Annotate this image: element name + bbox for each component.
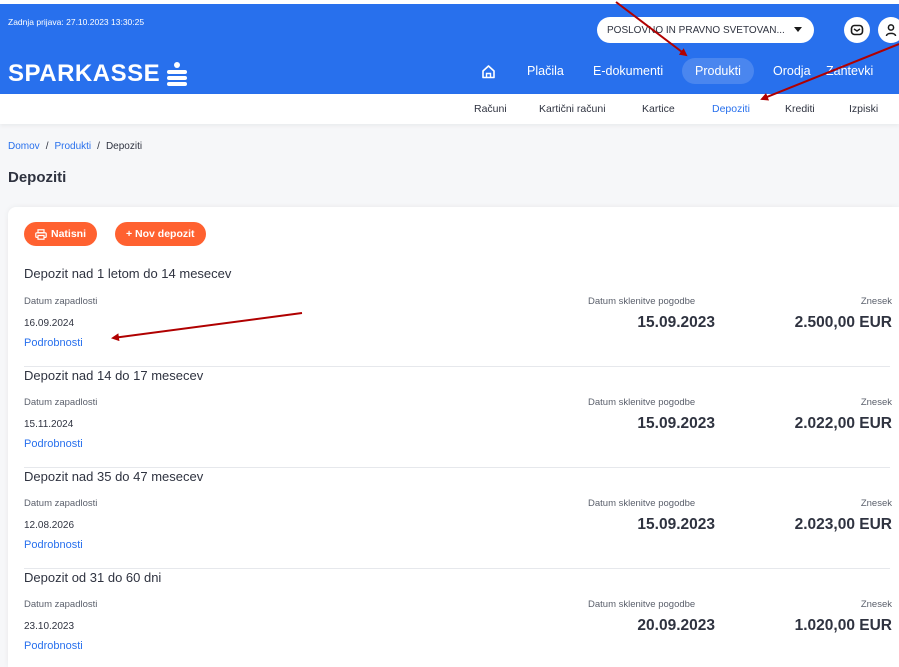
subnav-izpiski[interactable]: Izpiski bbox=[849, 103, 878, 115]
breadcrumb-produkti[interactable]: Produkti bbox=[54, 141, 91, 152]
amount: 2.500,00 EUR bbox=[794, 314, 892, 331]
deposit-title: Depozit od 31 do 60 dni bbox=[24, 570, 162, 585]
amount-label: Znesek bbox=[860, 296, 892, 307]
user-button[interactable] bbox=[878, 17, 899, 43]
new-deposit-button[interactable]: + Nov depozit bbox=[115, 222, 206, 246]
divider bbox=[24, 467, 890, 468]
deposit-title: Depozit nad 35 do 47 mesecev bbox=[24, 469, 204, 484]
subnav-kartice[interactable]: Kartice bbox=[642, 103, 675, 115]
nav-zahtevki[interactable]: Zahtevki bbox=[826, 58, 873, 84]
contract-date: 15.09.2023 bbox=[637, 516, 715, 533]
contract-date-label: Datum sklenitve pogodbe bbox=[588, 599, 696, 610]
maturity-date: 16.09.2024 bbox=[24, 318, 75, 329]
top-header: Zadnja prijava: 27.10.2023 13:30:25 POSL… bbox=[0, 0, 899, 94]
divider bbox=[24, 366, 890, 367]
new-deposit-label: + Nov depozit bbox=[126, 228, 195, 240]
contract-date-label: Datum sklenitve pogodbe bbox=[588, 397, 696, 408]
details-link[interactable]: Podrobnosti bbox=[24, 438, 83, 450]
home-icon bbox=[482, 64, 495, 78]
maturity-label: Datum zapadlosti bbox=[24, 498, 98, 509]
maturity-date: 23.10.2023 bbox=[24, 621, 75, 632]
amount: 2.022,00 EUR bbox=[794, 415, 892, 432]
chevron-down-icon bbox=[794, 27, 802, 32]
contract-date: 15.09.2023 bbox=[637, 314, 715, 331]
context-select-value: POSLOVNO IN PRAVNO SVETOVAN... bbox=[607, 24, 785, 36]
details-link[interactable]: Podrobnosti bbox=[24, 539, 83, 551]
maturity-label: Datum zapadlosti bbox=[24, 296, 98, 307]
print-button[interactable]: Natisni bbox=[24, 222, 98, 246]
contract-date-label: Datum sklenitve pogodbe bbox=[588, 296, 696, 307]
maturity-label: Datum zapadlosti bbox=[24, 599, 98, 610]
maturity-date: 15.11.2024 bbox=[24, 419, 74, 430]
sub-nav: Računi Kartični računi Kartice Depoziti … bbox=[0, 94, 899, 124]
amount-label: Znesek bbox=[860, 397, 892, 408]
deposit-title: Depozit nad 1 letom do 14 mesecev bbox=[24, 266, 232, 281]
details-link[interactable]: Podrobnosti bbox=[24, 640, 83, 652]
subnav-depoziti[interactable]: Depoziti bbox=[712, 103, 750, 115]
nav-produkti[interactable]: Produkti bbox=[682, 58, 754, 84]
amount: 2.023,00 EUR bbox=[794, 516, 892, 533]
context-select[interactable]: POSLOVNO IN PRAVNO SVETOVAN... bbox=[597, 17, 814, 43]
print-label: Natisni bbox=[51, 228, 87, 240]
breadcrumb: Domov / Produkti / Depoziti bbox=[8, 141, 143, 152]
amount-label: Znesek bbox=[860, 599, 892, 610]
messages-button[interactable] bbox=[844, 17, 870, 43]
last-login-text: Zadnja prijava: 27.10.2023 13:30:25 bbox=[8, 17, 145, 27]
subnav-racuni[interactable]: Računi bbox=[474, 103, 507, 115]
amount-label: Znesek bbox=[860, 498, 892, 509]
contract-date: 15.09.2023 bbox=[637, 415, 715, 432]
deposit-title: Depozit nad 14 do 17 mesecev bbox=[24, 368, 204, 383]
maturity-date: 12.08.2026 bbox=[24, 520, 75, 531]
nav-home[interactable] bbox=[481, 58, 496, 84]
subnav-krediti[interactable]: Krediti bbox=[785, 103, 815, 115]
breadcrumb-current: Depoziti bbox=[105, 141, 143, 152]
subnav-karticni-racuni[interactable]: Kartični računi bbox=[539, 103, 606, 115]
details-link[interactable]: Podrobnosti bbox=[24, 337, 83, 349]
nav-orodja[interactable]: Orodja bbox=[773, 58, 811, 84]
top-strip bbox=[0, 0, 899, 4]
maturity-label: Datum zapadlosti bbox=[24, 397, 98, 408]
main-nav: Plačila E-dokumenti Produkti Orodja Zaht… bbox=[0, 58, 899, 84]
printer-icon bbox=[35, 228, 47, 240]
mail-icon bbox=[850, 24, 864, 36]
breadcrumb-domov[interactable]: Domov bbox=[8, 141, 40, 152]
nav-placila[interactable]: Plačila bbox=[527, 58, 564, 84]
amount: 1.020,00 EUR bbox=[794, 617, 892, 634]
user-icon bbox=[885, 24, 897, 37]
contract-date-label: Datum sklenitve pogodbe bbox=[588, 498, 696, 509]
contract-date: 20.09.2023 bbox=[637, 617, 715, 634]
page-title: Depoziti bbox=[8, 169, 67, 186]
nav-e-dokumenti[interactable]: E-dokumenti bbox=[593, 58, 663, 84]
divider bbox=[24, 568, 890, 569]
